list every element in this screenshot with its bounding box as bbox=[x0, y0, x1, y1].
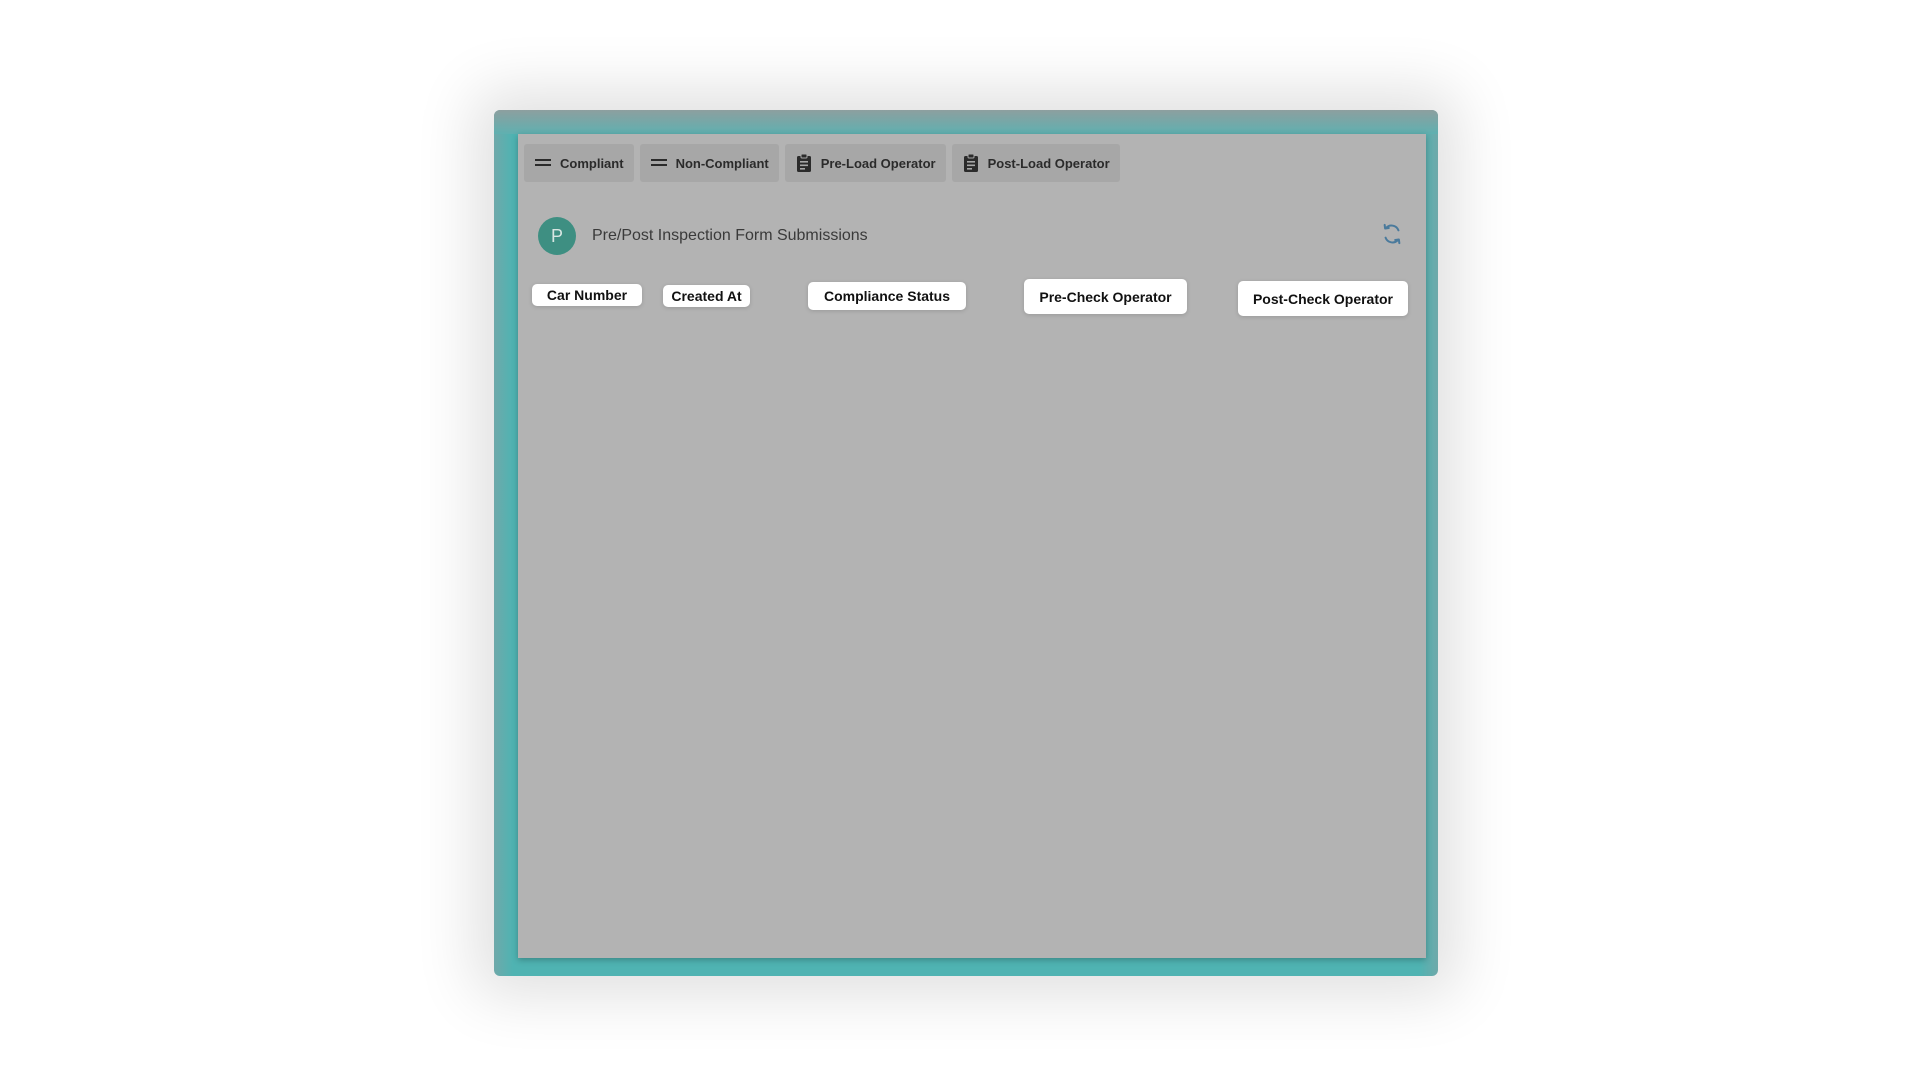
refresh-icon bbox=[1381, 223, 1403, 250]
page-title: Pre/Post Inspection Form Submissions bbox=[592, 227, 868, 244]
equals-icon bbox=[650, 154, 668, 172]
tab-non-compliant[interactable]: Non-Compliant bbox=[639, 144, 779, 182]
column-header-created-at[interactable]: Created At bbox=[663, 285, 750, 307]
tab-compliant[interactable]: Compliant bbox=[524, 144, 634, 182]
column-header-pre-check-operator[interactable]: Pre-Check Operator bbox=[1024, 279, 1187, 314]
tab-label: Non-Compliant bbox=[675, 155, 769, 171]
clipboard-icon bbox=[795, 154, 813, 172]
clipboard-icon bbox=[962, 154, 980, 172]
column-header-post-check-operator[interactable]: Post-Check Operator bbox=[1238, 281, 1408, 316]
main-panel: Compliant Non-Compliant Pre-Load Operato… bbox=[518, 134, 1426, 958]
avatar: P bbox=[538, 217, 576, 255]
equals-icon bbox=[534, 154, 552, 172]
tab-label: Pre-Load Operator bbox=[820, 155, 936, 171]
tab-label: Compliant bbox=[560, 155, 624, 171]
column-header-car-number[interactable]: Car Number bbox=[532, 284, 642, 306]
app-window-frame: Compliant Non-Compliant Pre-Load Operato… bbox=[494, 110, 1438, 976]
tab-bar: Compliant Non-Compliant Pre-Load Operato… bbox=[524, 144, 1120, 182]
refresh-button[interactable] bbox=[1378, 222, 1406, 250]
tab-label: Post-Load Operator bbox=[987, 155, 1110, 171]
tab-post-load-operator[interactable]: Post-Load Operator bbox=[951, 144, 1120, 182]
page-header: P Pre/Post Inspection Form Submissions bbox=[538, 216, 1406, 256]
column-header-compliance-status[interactable]: Compliance Status bbox=[808, 282, 966, 310]
tab-pre-load-operator[interactable]: Pre-Load Operator bbox=[784, 144, 946, 182]
